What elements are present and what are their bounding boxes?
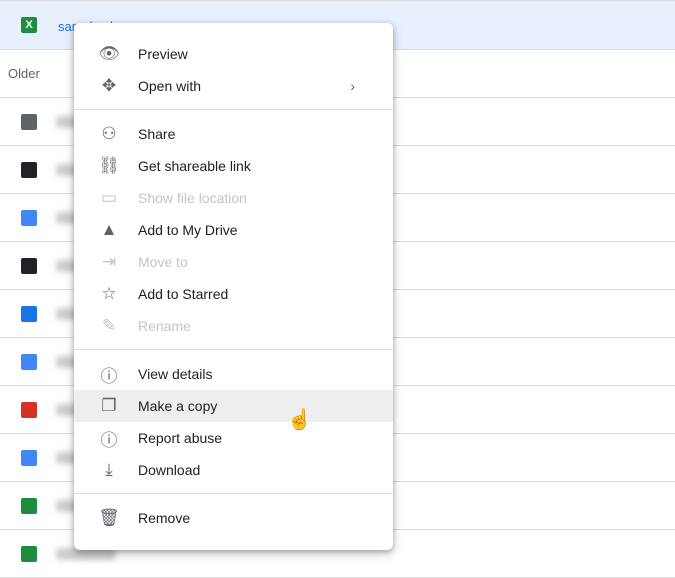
chevron-right-icon: › [350, 78, 355, 94]
menu-item-label: Download [138, 462, 201, 478]
menu-item-label: Add to My Drive [138, 222, 238, 238]
menu-item-label: Open with [138, 78, 202, 94]
star-icon: ☆ [101, 284, 117, 303]
hand-cursor-icon: ☝ [287, 409, 312, 431]
menu-item-open-with[interactable]: ✥ Open with › [74, 70, 393, 102]
add-person-icon: ⚇ [101, 124, 117, 143]
menu-item-show-file-location: ▭ Show file location [74, 182, 393, 214]
menu-item-label: Move to [138, 254, 188, 270]
report-icon: ⓘ [100, 430, 118, 450]
menu-item-rename: ✎ Rename [74, 310, 393, 342]
menu-item-label: Share [138, 126, 176, 142]
menu-item-add-to-my-drive[interactable]: ▲ Add to My Drive [74, 214, 393, 246]
menu-item-label: Get shareable link [138, 158, 251, 174]
move-arrows-icon: ✥ [101, 76, 117, 95]
menu-item-label: Add to Starred [138, 286, 229, 302]
folder-icon: ▭ [100, 188, 118, 207]
menu-item-preview[interactable]: 👁 Preview [74, 38, 393, 70]
copy-icon: ❐ [101, 396, 117, 415]
drive-add-icon: ▲ [100, 220, 118, 239]
menu-item-make-a-copy[interactable]: ❐ Make a copy [74, 390, 393, 422]
menu-item-label: Show file location [138, 190, 247, 206]
list-icon [21, 258, 37, 274]
sheets-icon [21, 546, 37, 562]
doc-file-icon [21, 306, 37, 322]
context-menu: 👁 Preview ✥ Open with › ⚇ Share ⛓ Get shareable … [74, 23, 393, 550]
shared-folder-icon [21, 114, 37, 130]
excel-icon: X [21, 17, 37, 33]
menu-item-download[interactable]: ⤓ Download [74, 454, 393, 486]
list-icon [21, 162, 37, 178]
menu-item-label: Make a copy [138, 398, 218, 414]
link-icon: ⛓ [98, 156, 120, 175]
menu-item-add-to-starred[interactable]: ☆ Add to Starred [74, 278, 393, 310]
menu-item-view-details[interactable]: ⓘ View details [74, 358, 393, 390]
download-icon: ⤓ [105, 460, 113, 479]
menu-divider [74, 349, 393, 350]
menu-item-get-shareable-link[interactable]: ⛓ Get shareable link [74, 150, 393, 182]
menu-item-remove[interactable]: 🗑 Remove [74, 502, 393, 534]
docs-icon [21, 354, 37, 370]
menu-item-label: Preview [138, 46, 188, 62]
menu-item-label: View details [138, 366, 213, 382]
eye-icon: 👁 [98, 44, 120, 63]
trash-icon: 🗑 [98, 508, 120, 527]
menu-item-report-abuse[interactable]: ⓘ Report abuse [74, 422, 393, 454]
menu-divider [74, 493, 393, 494]
move-folder-icon: ⇥ [101, 252, 117, 271]
menu-item-move-to: ⇥ Move to [74, 246, 393, 278]
menu-item-label: Rename [138, 318, 191, 334]
docs-icon [21, 450, 37, 466]
docs-icon [21, 210, 37, 226]
menu-item-label: Report abuse [138, 430, 223, 446]
audio-icon [21, 402, 37, 418]
pencil-icon: ✎ [101, 316, 117, 335]
menu-divider [74, 109, 393, 110]
info-icon: ⓘ [100, 366, 118, 386]
menu-item-share[interactable]: ⚇ Share [74, 118, 393, 150]
menu-item-label: Remove [138, 510, 191, 526]
sheets-icon [21, 498, 37, 514]
